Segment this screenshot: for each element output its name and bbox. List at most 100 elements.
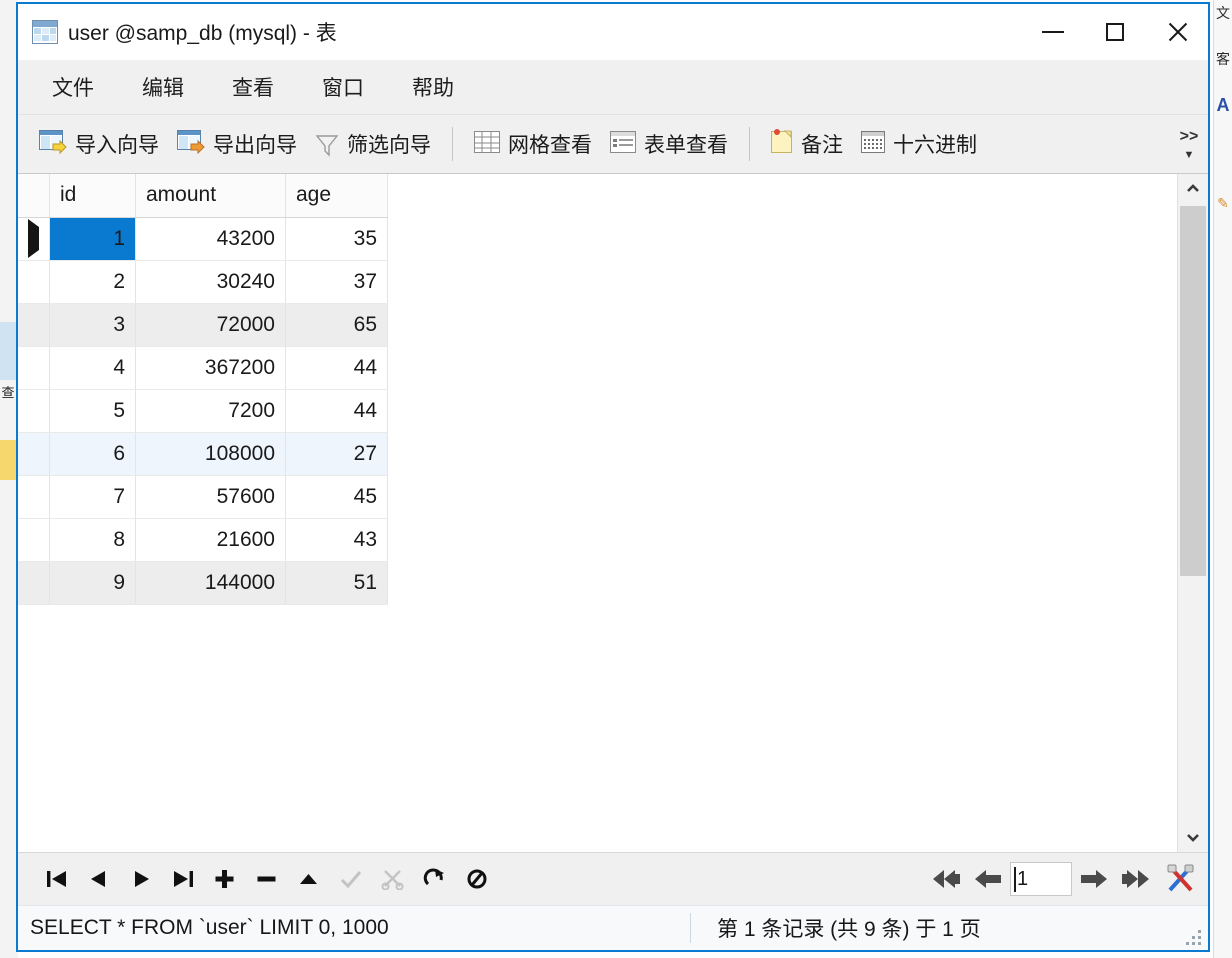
cell-id[interactable]: 5 bbox=[49, 389, 136, 433]
background-app-right-strip: 文 客 A ✎ bbox=[1213, 0, 1232, 958]
column-header-amount[interactable]: amount bbox=[135, 174, 286, 218]
menu-view[interactable]: 查看 bbox=[212, 66, 294, 108]
cell-id[interactable]: 9 bbox=[49, 561, 136, 605]
minimize-button[interactable] bbox=[1022, 4, 1084, 60]
first-page-button[interactable] bbox=[926, 859, 968, 899]
form-view-label: 表单查看 bbox=[644, 134, 728, 157]
cell-amount[interactable]: 7200 bbox=[135, 389, 286, 433]
apply-changes-button[interactable] bbox=[330, 859, 372, 899]
maximize-button[interactable] bbox=[1084, 4, 1146, 60]
cell-age[interactable]: 43 bbox=[285, 518, 388, 562]
cell-amount[interactable]: 72000 bbox=[135, 303, 286, 347]
cell-id[interactable]: 3 bbox=[49, 303, 136, 347]
grid-view-button[interactable]: 网格查看 bbox=[465, 122, 601, 166]
table-row[interactable]: 2 30240 37 bbox=[18, 260, 388, 304]
cell-amount[interactable]: 367200 bbox=[135, 346, 286, 390]
row-marker-cell[interactable] bbox=[18, 260, 50, 304]
row-marker-cell[interactable] bbox=[18, 217, 50, 261]
menu-window[interactable]: 窗口 bbox=[302, 66, 384, 108]
last-page-icon bbox=[1122, 870, 1149, 888]
triangle-up-icon bbox=[300, 874, 317, 884]
delete-record-button[interactable] bbox=[246, 859, 288, 899]
arrow-left-icon bbox=[975, 870, 1001, 888]
cell-age[interactable]: 35 bbox=[285, 217, 388, 261]
refresh-button[interactable] bbox=[414, 859, 456, 899]
toolbar-overflow-button[interactable]: >> ▼ bbox=[1172, 115, 1206, 173]
last-page-button[interactable] bbox=[1114, 859, 1156, 899]
cell-age[interactable]: 44 bbox=[285, 389, 388, 433]
row-marker-cell[interactable] bbox=[18, 518, 50, 562]
cell-age[interactable]: 37 bbox=[285, 260, 388, 304]
cell-amount[interactable]: 21600 bbox=[135, 518, 286, 562]
row-marker-cell[interactable] bbox=[18, 346, 50, 390]
title-bar[interactable]: user @samp_db (mysql) - 表 bbox=[18, 4, 1208, 60]
close-button[interactable] bbox=[1146, 4, 1208, 60]
cell-id[interactable]: 1 bbox=[49, 217, 136, 261]
cell-amount[interactable]: 43200 bbox=[135, 217, 286, 261]
menu-help[interactable]: 帮助 bbox=[392, 66, 474, 108]
next-record-button[interactable] bbox=[120, 859, 162, 899]
scrollbar-track[interactable] bbox=[1178, 204, 1208, 822]
cell-amount[interactable]: 30240 bbox=[135, 260, 286, 304]
tools-icon bbox=[1167, 864, 1194, 892]
cell-amount[interactable]: 144000 bbox=[135, 561, 286, 605]
prev-page-button[interactable] bbox=[968, 859, 1010, 899]
grid-tools-button[interactable] bbox=[1164, 863, 1198, 895]
prev-record-button[interactable] bbox=[78, 859, 120, 899]
note-button[interactable]: 备注 bbox=[762, 122, 852, 166]
row-marker-cell[interactable] bbox=[18, 561, 50, 605]
cell-age[interactable]: 45 bbox=[285, 475, 388, 519]
scroll-up-button[interactable] bbox=[1178, 174, 1208, 204]
cell-id[interactable]: 4 bbox=[49, 346, 136, 390]
table-row[interactable]: 3 72000 65 bbox=[18, 303, 388, 347]
import-wizard-button[interactable]: 导入向导 bbox=[30, 122, 168, 166]
first-page-icon bbox=[933, 870, 960, 888]
table-row[interactable]: 1 43200 35 bbox=[18, 217, 388, 261]
result-grid[interactable]: id amount age 1 43200 35 2 30240 37 3 72… bbox=[18, 174, 388, 605]
import-wizard-label: 导入向导 bbox=[75, 134, 159, 157]
table-row[interactable]: 8 21600 43 bbox=[18, 518, 388, 562]
hex-button[interactable]: 十六进制 bbox=[852, 122, 986, 166]
arrow-right-icon bbox=[1081, 870, 1107, 888]
menu-edit[interactable]: 编辑 bbox=[122, 66, 204, 108]
cell-age[interactable]: 65 bbox=[285, 303, 388, 347]
cell-id[interactable]: 8 bbox=[49, 518, 136, 562]
page-number-input[interactable]: 1 bbox=[1010, 862, 1072, 896]
cell-id[interactable]: 6 bbox=[49, 432, 136, 476]
row-marker-cell[interactable] bbox=[18, 389, 50, 433]
grid-vertical-scrollbar[interactable] bbox=[1177, 174, 1208, 852]
resize-grip[interactable] bbox=[1186, 930, 1202, 946]
last-record-button[interactable] bbox=[162, 859, 204, 899]
filter-wizard-button[interactable]: 筛选向导 bbox=[306, 122, 440, 166]
scrollbar-thumb[interactable] bbox=[1180, 206, 1206, 576]
row-marker-cell[interactable] bbox=[18, 475, 50, 519]
table-row[interactable]: 9 144000 51 bbox=[18, 561, 388, 605]
form-view-button[interactable]: 表单查看 bbox=[601, 122, 737, 166]
add-record-button[interactable] bbox=[204, 859, 246, 899]
scroll-down-button[interactable] bbox=[1178, 822, 1208, 852]
cancel-changes-button[interactable] bbox=[372, 859, 414, 899]
menu-file[interactable]: 文件 bbox=[32, 66, 114, 108]
table-row[interactable]: 7 57600 45 bbox=[18, 475, 388, 519]
cell-id[interactable]: 7 bbox=[49, 475, 136, 519]
cell-id[interactable]: 2 bbox=[49, 260, 136, 304]
table-row[interactable]: 6 108000 27 bbox=[18, 432, 388, 476]
table-row[interactable]: 5 7200 44 bbox=[18, 389, 388, 433]
export-wizard-icon bbox=[177, 129, 205, 159]
next-page-button[interactable] bbox=[1072, 859, 1114, 899]
table-row[interactable]: 4 367200 44 bbox=[18, 346, 388, 390]
column-header-id[interactable]: id bbox=[49, 174, 136, 218]
move-up-button[interactable] bbox=[288, 859, 330, 899]
row-marker-cell[interactable] bbox=[18, 303, 50, 347]
cell-age[interactable]: 27 bbox=[285, 432, 388, 476]
first-record-button[interactable] bbox=[36, 859, 78, 899]
note-icon bbox=[771, 129, 793, 159]
row-marker-cell[interactable] bbox=[18, 432, 50, 476]
cell-age[interactable]: 44 bbox=[285, 346, 388, 390]
cell-age[interactable]: 51 bbox=[285, 561, 388, 605]
column-header-age[interactable]: age bbox=[285, 174, 388, 218]
cell-amount[interactable]: 57600 bbox=[135, 475, 286, 519]
stop-button[interactable] bbox=[456, 859, 498, 899]
cell-amount[interactable]: 108000 bbox=[135, 432, 286, 476]
export-wizard-button[interactable]: 导出向导 bbox=[168, 122, 306, 166]
